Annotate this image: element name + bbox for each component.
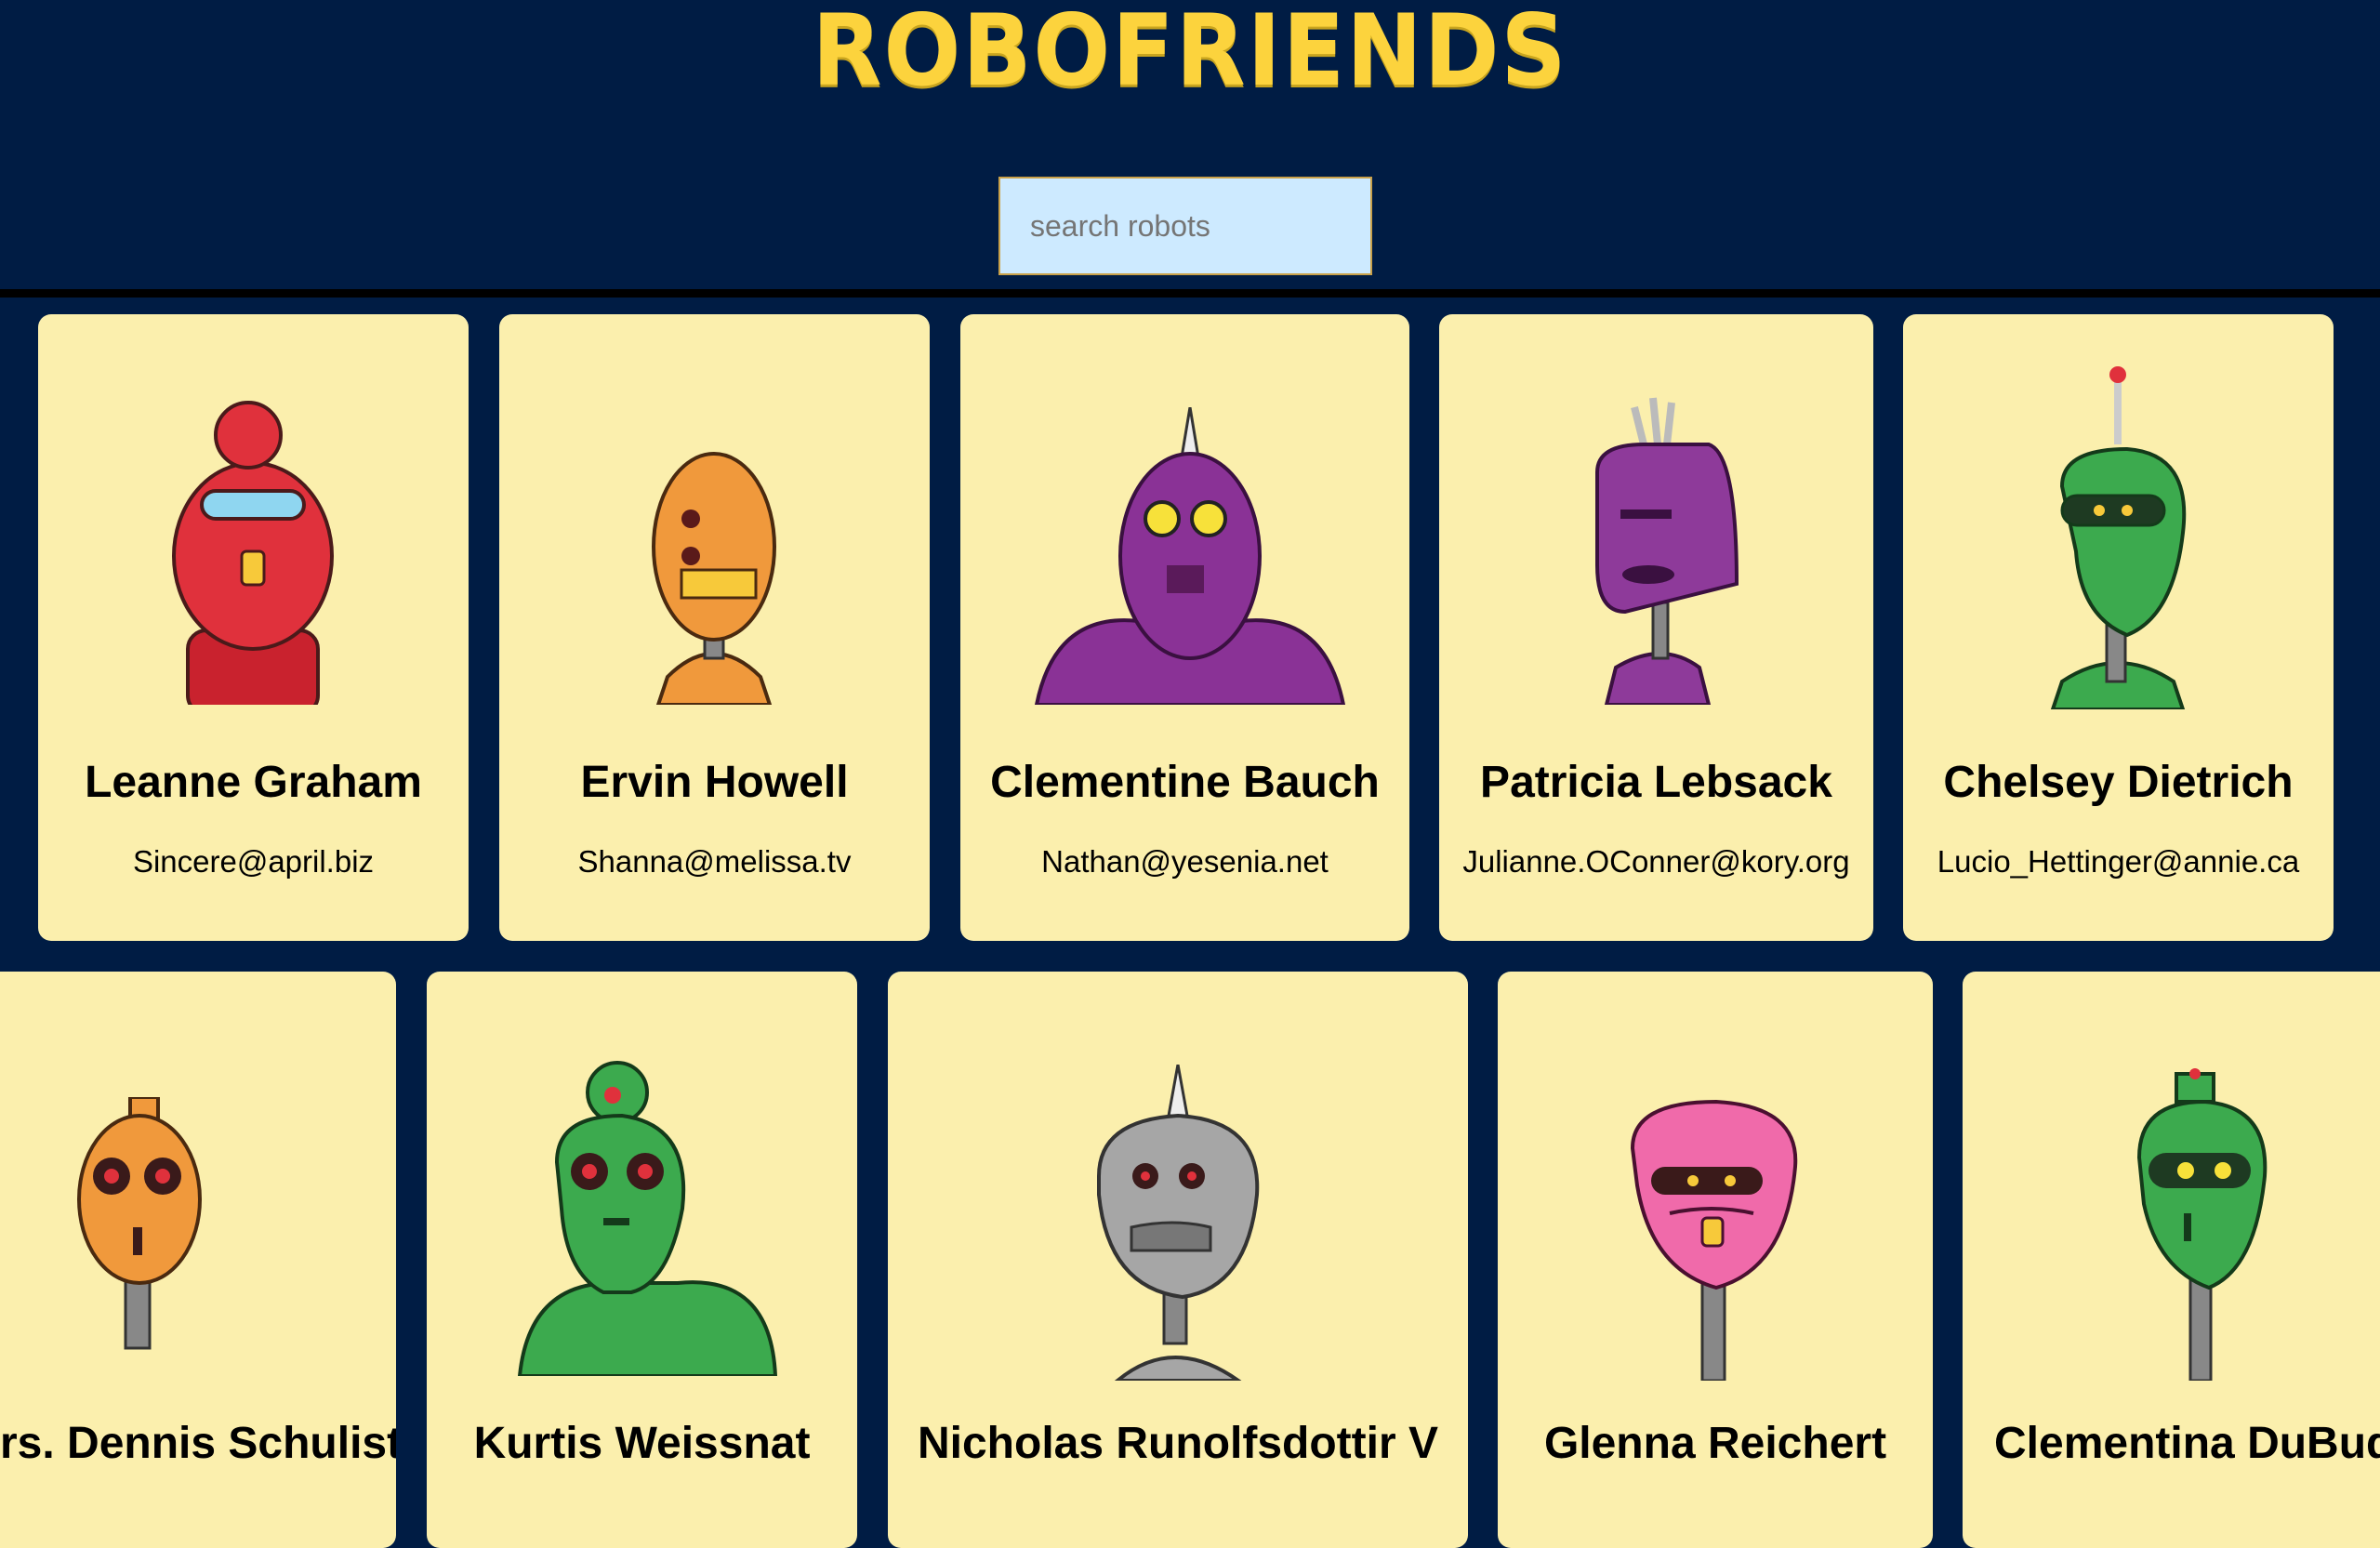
header-divider (0, 289, 2380, 298)
robot-card[interactable]: Clementine Bauch Nathan@yesenia.net (960, 314, 1409, 941)
robot-avatar-icon (77, 1097, 202, 1350)
robot-name: Nicholas Runolfsdottir V (917, 1419, 1438, 1468)
robot-card[interactable]: Chelsey Dietrich Lucio_Hettinger@annie.c… (1903, 314, 2334, 941)
robot-card[interactable]: Mrs. Dennis Schulist (0, 972, 396, 1548)
robot-avatar-icon (1097, 1065, 1260, 1381)
robot-avatar-icon (2136, 1068, 2268, 1381)
robot-name: Patricia Lebsack (1480, 758, 1832, 807)
robot-name: Glenna Reichert (1543, 1419, 1887, 1468)
robot-email: Lucio_Hettinger@annie.ca (1937, 844, 2300, 879)
robot-email: Nathan@yesenia.net (1041, 844, 1329, 879)
robot-avatar-icon (1034, 407, 1346, 705)
robot-name: Kurtis Weissnat (473, 1419, 811, 1468)
robot-card[interactable]: Ervin Howell Shanna@melissa.tv (499, 314, 930, 941)
robot-avatar-icon (652, 452, 776, 705)
robot-name: Leanne Graham (85, 758, 422, 807)
robot-name: Clementine Bauch (990, 758, 1380, 807)
robot-name: Ervin Howell (580, 758, 849, 807)
robot-avatar-icon (1595, 397, 1739, 705)
robot-avatar-icon (2050, 366, 2187, 709)
robot-card[interactable]: Kurtis Weissnat (427, 972, 857, 1548)
robot-avatar-icon (172, 401, 334, 705)
robot-card[interactable]: Leanne Graham Sincere@april.biz (38, 314, 469, 941)
robot-name: Chelsey Dietrich (1943, 758, 2294, 807)
robot-email: Shanna@melissa.tv (577, 844, 852, 879)
robot-avatar-icon (517, 1061, 778, 1376)
robot-email: Julianne.OConner@kory.org (1462, 844, 1850, 879)
robot-card[interactable]: Patricia Lebsack Julianne.OConner@kory.o… (1439, 314, 1873, 941)
search-input[interactable] (998, 177, 1372, 275)
robot-card[interactable]: Glenna Reichert (1498, 972, 1933, 1548)
robot-name: Clementina DuBuque (1994, 1419, 2380, 1468)
robot-avatar-icon (1630, 1099, 1798, 1381)
robot-name: Mrs. Dennis Schulist (0, 1419, 396, 1468)
robot-card[interactable]: Clementina DuBuque (1963, 972, 2380, 1548)
app-title: ROBOFRIENDS (812, 0, 1568, 108)
robot-email: Sincere@april.biz (132, 844, 375, 879)
robot-card[interactable]: Nicholas Runolfsdottir V (888, 972, 1468, 1548)
